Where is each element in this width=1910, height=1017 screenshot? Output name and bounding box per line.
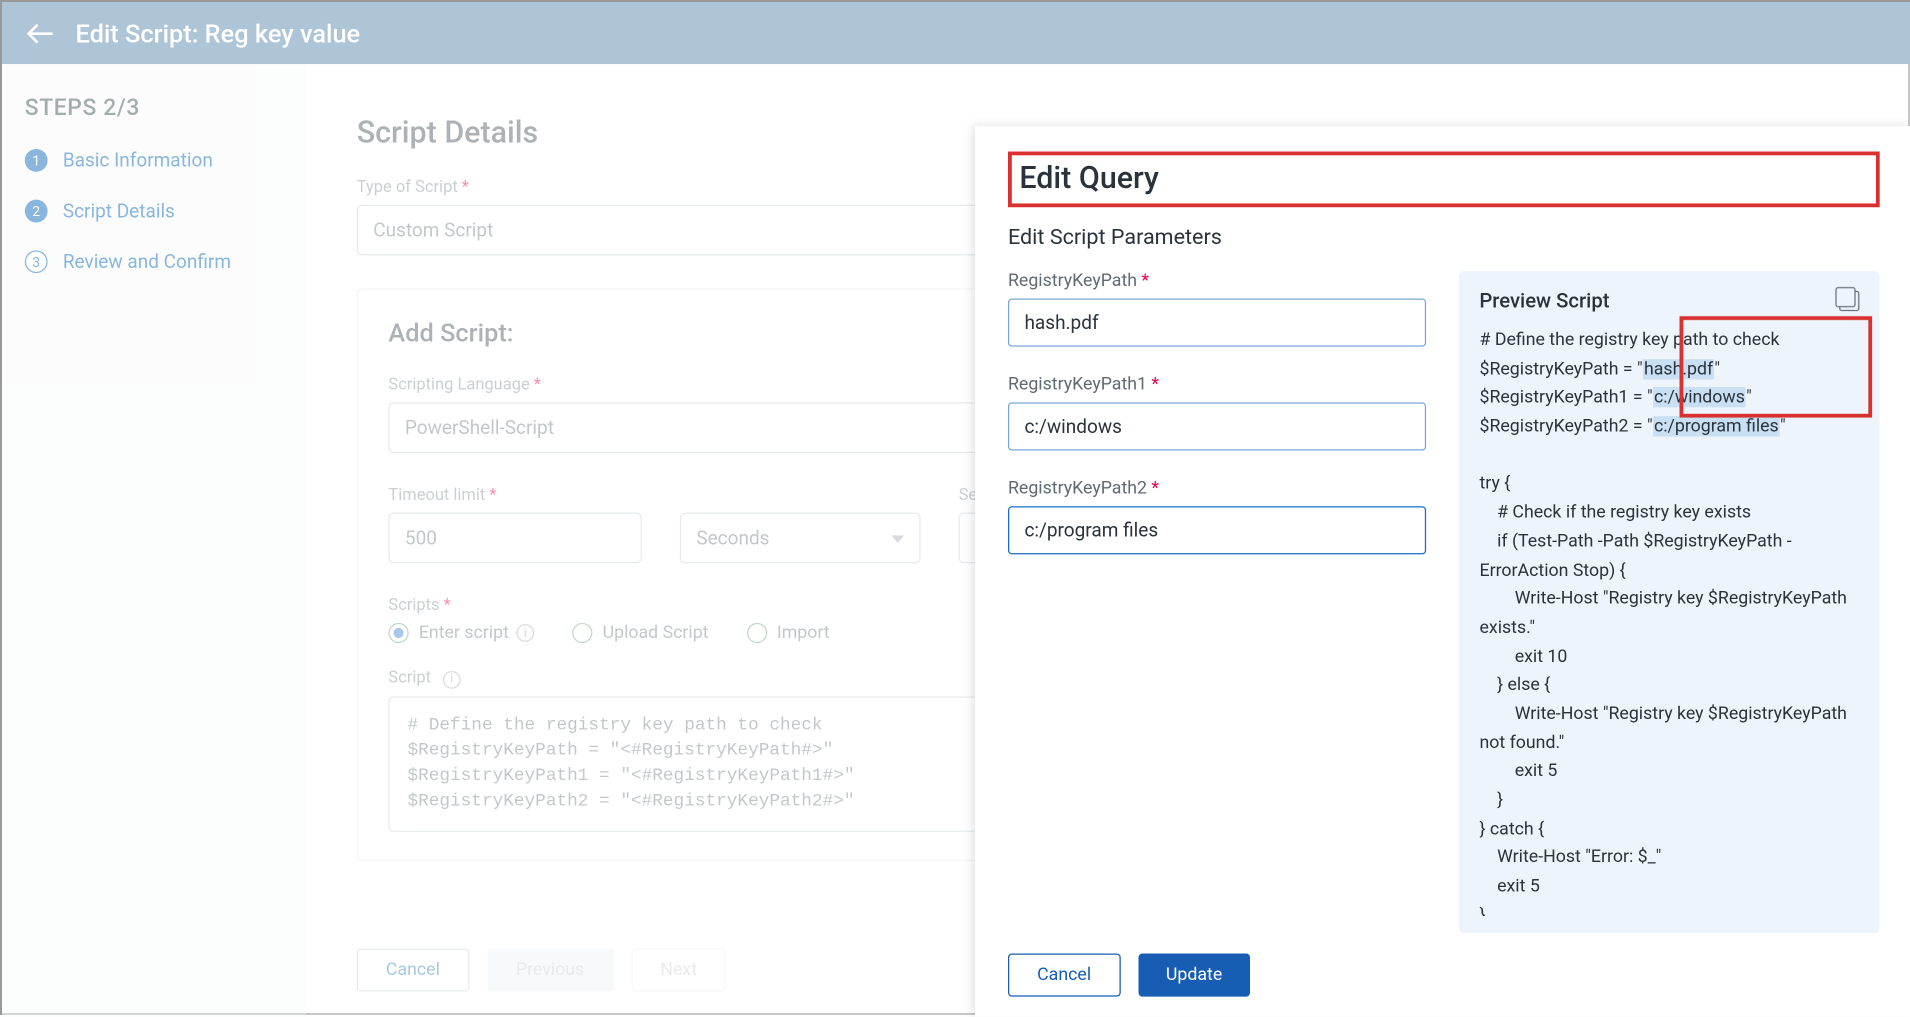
timeout-label: Timeout limit <box>388 486 641 505</box>
param-label-2: RegistryKeyPath2 <box>1008 478 1426 498</box>
variables-highlight-box <box>1680 316 1873 417</box>
step-label: Review and Confirm <box>63 250 231 273</box>
step-basic-info[interactable]: 1 Basic Information <box>25 149 283 172</box>
step-number-icon: 3 <box>25 250 48 273</box>
parameters-column: RegistryKeyPath RegistryKeyPath1 Registr… <box>1008 271 1426 934</box>
step-number-icon: 2 <box>25 200 48 223</box>
previous-button[interactable]: Previous <box>487 948 614 991</box>
edit-query-slideover: Edit Query Edit Script Parameters Regist… <box>975 126 1910 1017</box>
radio-icon <box>572 623 592 643</box>
step-label: Basic Information <box>63 149 213 172</box>
copy-icon[interactable] <box>1839 290 1859 310</box>
slide-cancel-button[interactable]: Cancel <box>1008 954 1120 997</box>
slideover-title-highlight: Edit Query <box>1008 152 1880 208</box>
preview-column: Preview Script # Define the registry key… <box>1459 271 1880 934</box>
radio-enter-script[interactable]: Enter scripti <box>388 623 534 643</box>
slideover-title: Edit Query <box>1019 160 1853 195</box>
preview-title: Preview Script <box>1479 288 1609 312</box>
slide-update-button[interactable]: Update <box>1138 954 1250 997</box>
param-label-1: RegistryKeyPath1 <box>1008 374 1426 394</box>
info-icon[interactable]: i <box>443 670 461 688</box>
param-input-registrykeypath2[interactable] <box>1008 506 1426 554</box>
param-input-registrykeypath1[interactable] <box>1008 402 1426 450</box>
param-input-registrykeypath[interactable] <box>1008 298 1426 346</box>
cancel-button[interactable]: Cancel <box>357 948 469 991</box>
step-review-confirm[interactable]: 3 Review and Confirm <box>25 250 283 273</box>
next-button[interactable]: Next <box>631 948 726 991</box>
step-number-icon: 1 <box>25 149 48 172</box>
timeout-input[interactable]: 500 <box>388 513 641 564</box>
step-script-details[interactable]: 2 Script Details <box>25 200 283 223</box>
step-label: Script Details <box>63 200 175 223</box>
back-arrow-icon[interactable] <box>22 15 57 50</box>
radio-import-script[interactable]: Import <box>747 623 830 643</box>
header-bar: Edit Script: Reg key value <box>2 2 1910 64</box>
radio-icon <box>388 623 408 643</box>
param-label-0: RegistryKeyPath <box>1008 271 1426 291</box>
radio-upload-script[interactable]: Upload Script <box>572 623 708 643</box>
radio-icon <box>747 623 767 643</box>
timeout-unit-select[interactable]: Seconds <box>680 513 921 564</box>
highlight-val-2: c:/program files <box>1653 416 1780 436</box>
slideover-subtitle: Edit Script Parameters <box>1008 225 1880 250</box>
info-icon[interactable]: i <box>516 624 534 642</box>
steps-sidebar: STEPS 2/3 1 Basic Information 2 Script D… <box>2 64 306 1017</box>
steps-heading: STEPS 2/3 <box>25 94 283 121</box>
page-title: Edit Script: Reg key value <box>75 18 360 48</box>
